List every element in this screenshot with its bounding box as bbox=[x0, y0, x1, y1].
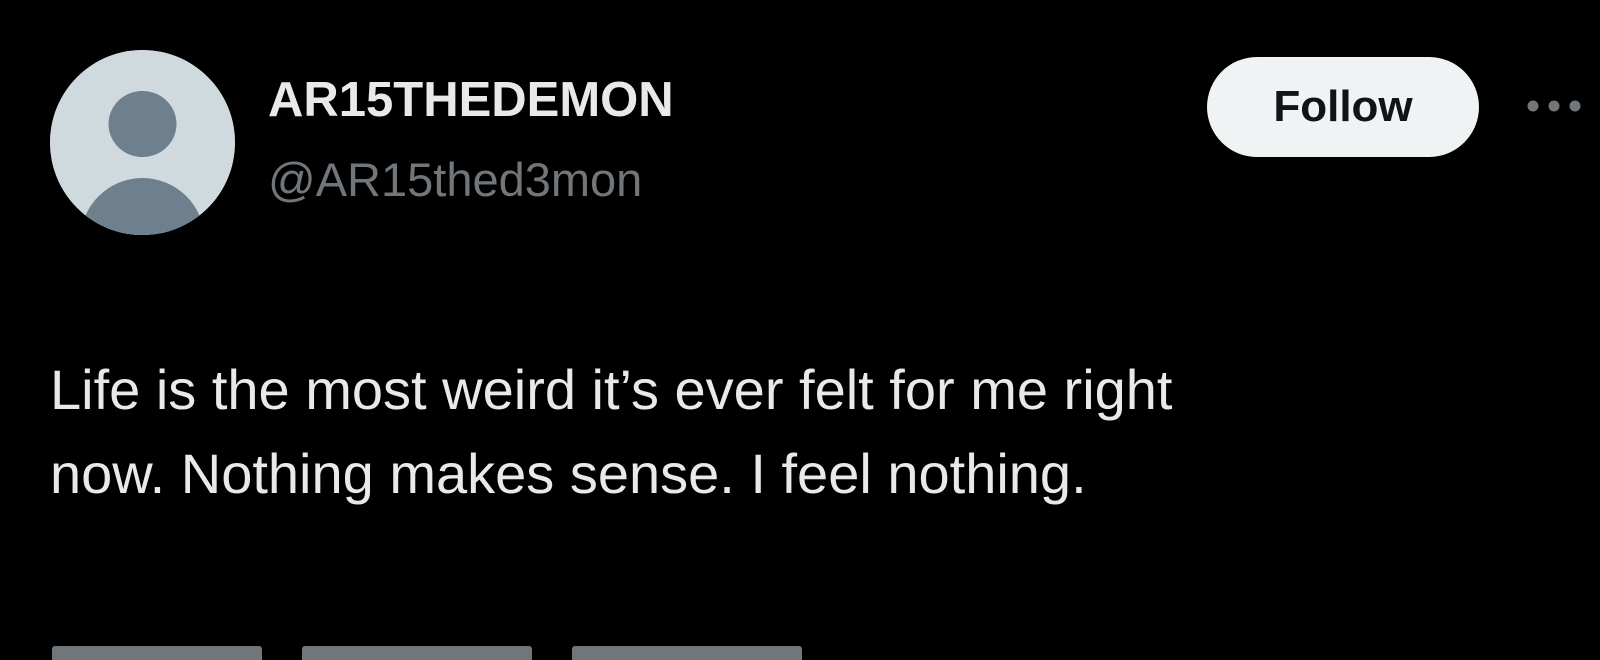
more-options-button[interactable] bbox=[1522, 88, 1586, 124]
tweet-text: Life is the most weird it’s ever felt fo… bbox=[50, 348, 1550, 516]
tweet-text-line-2: now. Nothing makes sense. I feel nothing… bbox=[50, 442, 1087, 505]
author-display-name[interactable]: AR15THEDEMON bbox=[268, 72, 674, 128]
default-profile-silhouette-icon bbox=[50, 50, 235, 235]
avatar[interactable] bbox=[50, 50, 235, 235]
tweet-card: AR15THEDEMON @AR15thed3mon Follow Life i… bbox=[0, 0, 1600, 660]
author-handle[interactable]: @AR15thed3mon bbox=[268, 152, 642, 207]
tweet-text-line-1: Life is the most weird it’s ever felt fo… bbox=[50, 358, 1173, 421]
more-dots-icon bbox=[1527, 100, 1581, 112]
timestamp-cut-off bbox=[52, 640, 812, 660]
follow-button[interactable]: Follow bbox=[1207, 57, 1479, 157]
